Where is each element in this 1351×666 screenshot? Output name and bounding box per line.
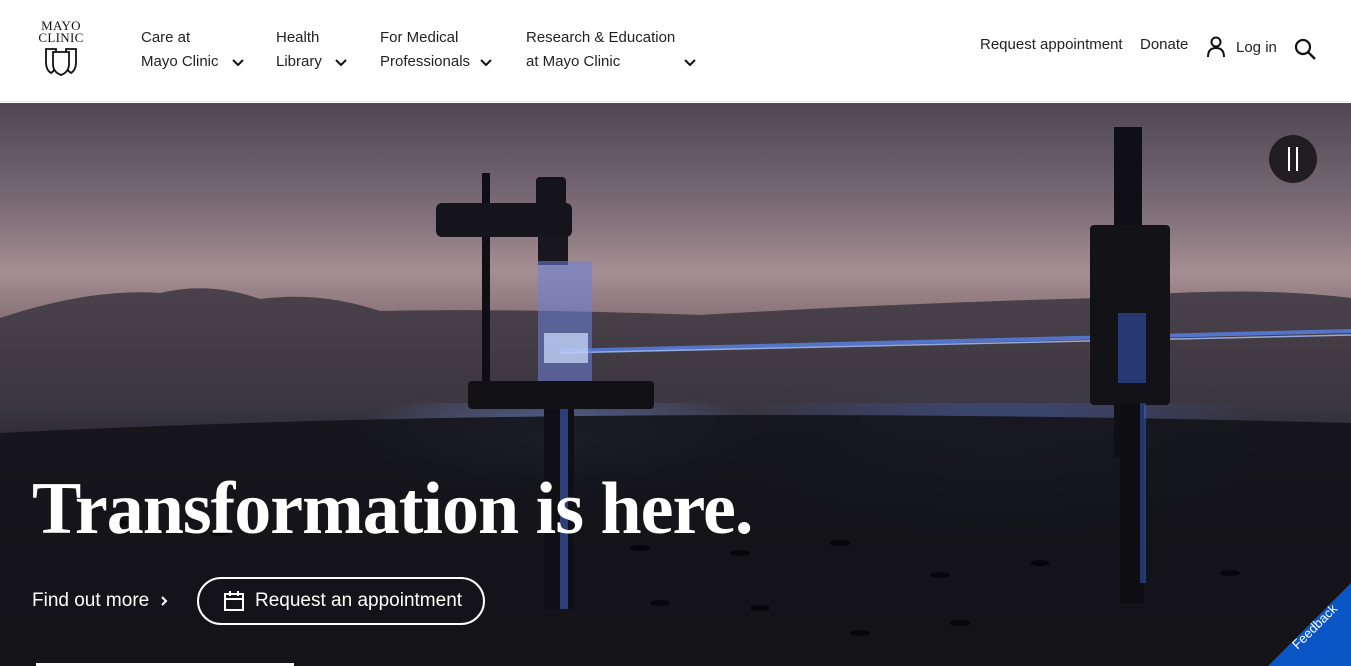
login-link[interactable]: Log in xyxy=(1206,36,1277,58)
pause-icon xyxy=(1288,147,1290,171)
nav-label-line1: For Medical xyxy=(380,29,459,46)
chevron-down-icon xyxy=(684,59,696,67)
nav-label-line1: Research & Education xyxy=(526,29,676,46)
find-out-more-link[interactable]: Find out more xyxy=(32,590,171,612)
hero-title: Transformation is here. xyxy=(32,468,753,550)
nav-label-line2: at Mayo Clinic xyxy=(526,53,621,70)
chevron-down-icon xyxy=(480,59,492,67)
nav-health-library[interactable]: Health Library xyxy=(276,26,351,76)
nav-care-at-mayo-clinic[interactable]: Care at Mayo Clinic xyxy=(141,26,246,76)
logo-word-2: CLINIC xyxy=(38,30,84,45)
nav-research-education[interactable]: Research & Education at Mayo Clinic xyxy=(526,26,701,76)
request-appointment-label: Request an appointment xyxy=(255,590,463,611)
hero-background-image xyxy=(0,127,1351,666)
calendar-icon xyxy=(224,591,244,611)
nav-label-line1: Health xyxy=(276,29,320,46)
site-header: MAYO CLINIC Care at Mayo Clinic Health L… xyxy=(0,0,1351,102)
chevron-down-icon xyxy=(232,59,244,67)
mayo-clinic-logo[interactable]: MAYO CLINIC xyxy=(33,19,89,80)
pause-video-button[interactable] xyxy=(1269,135,1317,183)
chevron-down-icon xyxy=(335,59,347,67)
search-icon[interactable] xyxy=(1293,37,1317,61)
find-out-more-label: Find out more xyxy=(32,590,150,611)
chevron-right-icon xyxy=(161,596,168,606)
feedback-tab[interactable]: Feedback xyxy=(1268,583,1351,666)
pause-icon-bar xyxy=(1296,147,1298,171)
mayo-shield-icon xyxy=(45,48,77,76)
user-icon xyxy=(1207,36,1225,58)
nav-label-line1: Care at xyxy=(141,29,191,46)
hero-banner: Transformation is here. Find out more Re… xyxy=(0,103,1351,666)
nav-for-medical-professionals[interactable]: For Medical Professionals xyxy=(380,26,495,76)
request-appointment-link[interactable]: Request appointment xyxy=(980,36,1123,53)
request-appointment-button[interactable]: Request an appointment xyxy=(197,577,485,625)
donate-link[interactable]: Donate xyxy=(1140,36,1188,53)
login-label: Log in xyxy=(1236,38,1277,56)
